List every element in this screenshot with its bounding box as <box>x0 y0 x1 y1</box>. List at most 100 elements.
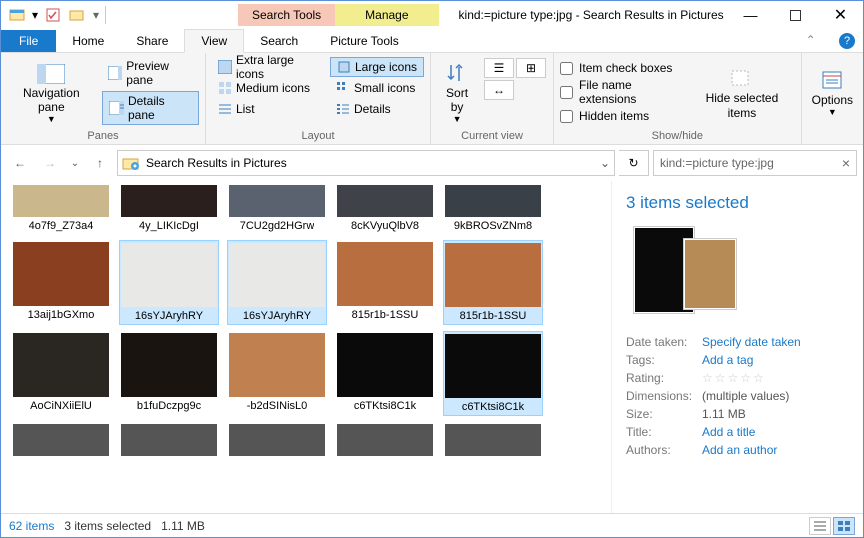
file-item[interactable] <box>119 422 219 461</box>
address-text: Search Results in Pictures <box>146 156 287 170</box>
forward-button[interactable]: → <box>37 150 63 176</box>
tab-view[interactable]: View <box>184 29 244 53</box>
close-button[interactable]: ✕ <box>818 1 863 29</box>
quick-access-toolbar: ▾ ▾ <box>1 4 108 26</box>
detail-key: Date taken: <box>626 335 702 349</box>
detail-value[interactable]: Add a title <box>702 425 755 439</box>
tab-share[interactable]: Share <box>120 30 184 52</box>
details-pane-button[interactable]: Details pane <box>102 91 199 125</box>
layout-small-icons[interactable]: Small icons <box>330 78 424 98</box>
detail-key: Tags: <box>626 353 702 367</box>
file-item[interactable]: 16sYJAryhRY <box>227 240 327 325</box>
file-thumb <box>229 243 325 307</box>
hide-selected-button[interactable]: Hide selected items <box>689 57 794 130</box>
qat-newfolder-icon[interactable] <box>65 4 89 26</box>
file-item[interactable]: 16sYJAryhRY <box>119 240 219 325</box>
group-showhide-label: Show/hide <box>560 130 795 142</box>
file-item[interactable]: AoCiNXiiElU <box>11 331 111 416</box>
options-button[interactable]: Options ▼ <box>808 57 857 130</box>
back-button[interactable]: ← <box>7 150 33 176</box>
file-thumb <box>13 424 109 456</box>
file-item[interactable] <box>11 422 111 461</box>
file-item[interactable]: c6TKtsi8C1k <box>335 331 435 416</box>
group-options: Options ▼ <box>802 53 863 144</box>
status-size: 1.11 MB <box>161 519 205 533</box>
qat-properties-icon[interactable] <box>41 4 65 26</box>
file-thumb <box>13 185 109 217</box>
qat-dropdown-icon[interactable]: ▾ <box>29 4 41 26</box>
file-item[interactable]: -b2dSINisL0 <box>227 331 327 416</box>
group-layout-label: Layout <box>212 130 424 142</box>
file-item[interactable]: 7CU2gd2HGrw <box>227 183 327 234</box>
file-thumb <box>445 334 541 398</box>
file-list[interactable]: 4o7f9_Z73a44y_LIKIcDgI7CU2gd2HGrw8cKVyuQ… <box>1 181 611 513</box>
file-name: 13aij1bGXmo <box>28 309 95 321</box>
address-box[interactable]: Search Results in Pictures ⌄ <box>117 150 615 176</box>
minimize-button[interactable]: — <box>728 1 773 29</box>
layout-medium-icons[interactable]: Medium icons <box>212 78 322 98</box>
qat-more-icon[interactable]: ▾ <box>89 4 103 26</box>
explorer-icon[interactable] <box>5 4 29 26</box>
layout-icon <box>336 102 350 116</box>
layout-icon <box>218 81 232 95</box>
context-tab-searchtools[interactable]: Search Tools <box>238 4 335 26</box>
layout-details[interactable]: Details <box>330 99 424 119</box>
check-itemboxes[interactable]: Item check boxes <box>560 61 683 75</box>
file-item[interactable]: 13aij1bGXmo <box>11 240 111 325</box>
file-item[interactable]: 4y_LIKIcDgI <box>119 183 219 234</box>
file-thumb <box>13 242 109 306</box>
file-item[interactable]: 9kBROSvZNm8 <box>443 183 543 234</box>
file-item[interactable] <box>227 422 327 461</box>
addcolumns-button[interactable]: ⊞ <box>516 58 546 78</box>
groupby-button[interactable]: ☰ <box>484 58 514 78</box>
refresh-button[interactable]: ↻ <box>619 150 649 176</box>
sortby-icon <box>441 62 473 86</box>
layout-extra-large-icons[interactable]: Extra large icons <box>212 57 322 77</box>
up-button[interactable]: ↑ <box>87 150 113 176</box>
content-area: 4o7f9_Z73a44y_LIKIcDgI7CU2gd2HGrw8cKVyuQ… <box>1 181 863 513</box>
file-item[interactable]: 815r1b-1SSU <box>335 240 435 325</box>
file-name: c6TKtsi8C1k <box>354 400 416 412</box>
file-thumb <box>229 185 325 217</box>
file-thumb <box>337 185 433 217</box>
detail-value[interactable]: Add a tag <box>702 353 753 367</box>
address-bar: ← → ⌄ ↑ Search Results in Pictures ⌄ ↻ k… <box>1 145 863 181</box>
navigation-pane-label: Navigation pane <box>11 86 92 115</box>
context-tab-manage[interactable]: Manage <box>335 4 438 26</box>
check-extensions[interactable]: File name extensions <box>560 78 683 106</box>
details-pane-label: Details pane <box>128 94 192 122</box>
detail-value[interactable]: Specify date taken <box>702 335 801 349</box>
navigation-pane-button[interactable]: Navigation pane ▼ <box>7 57 96 130</box>
file-thumb <box>121 424 217 456</box>
file-item[interactable]: b1fuDczpg9c <box>119 331 219 416</box>
preview-pane-button[interactable]: Preview pane <box>102 57 199 89</box>
recent-locations-button[interactable]: ⌄ <box>67 150 83 176</box>
details-properties: Date taken:Specify date takenTags:Add a … <box>626 333 849 459</box>
help-icon[interactable]: ? <box>829 33 855 47</box>
detail-value[interactable]: Add an author <box>702 443 777 457</box>
view-icons-button[interactable] <box>833 517 855 535</box>
check-hidden[interactable]: Hidden items <box>560 109 683 123</box>
preview-thumb-2 <box>684 239 736 309</box>
layout-icon <box>337 60 351 74</box>
sizecolumns-button[interactable]: ↔ <box>484 80 514 100</box>
search-box[interactable]: kind:=picture type:jpg × <box>653 150 857 176</box>
file-item[interactable] <box>443 422 543 461</box>
tab-file[interactable]: File <box>1 30 56 52</box>
clear-search-icon[interactable]: × <box>842 155 850 171</box>
file-item[interactable]: c6TKtsi8C1k <box>443 331 543 416</box>
tab-search[interactable]: Search <box>244 30 314 52</box>
layout-list[interactable]: List <box>212 99 322 119</box>
collapse-ribbon-icon[interactable]: ⌃ <box>806 33 816 47</box>
sortby-button[interactable]: Sort by ▼ <box>437 57 477 130</box>
maximize-button[interactable] <box>773 1 818 29</box>
view-details-button[interactable] <box>809 517 831 535</box>
file-item[interactable]: 815r1b-1SSU <box>443 240 543 325</box>
layout-large-icons[interactable]: Large icons <box>330 57 424 77</box>
address-dropdown-icon[interactable]: ⌄ <box>600 156 610 170</box>
tab-home[interactable]: Home <box>56 30 120 52</box>
file-item[interactable]: 8cKVyuQlbV8 <box>335 183 435 234</box>
tab-picturetools[interactable]: Picture Tools <box>314 30 414 52</box>
file-item[interactable]: 4o7f9_Z73a4 <box>11 183 111 234</box>
file-item[interactable] <box>335 422 435 461</box>
